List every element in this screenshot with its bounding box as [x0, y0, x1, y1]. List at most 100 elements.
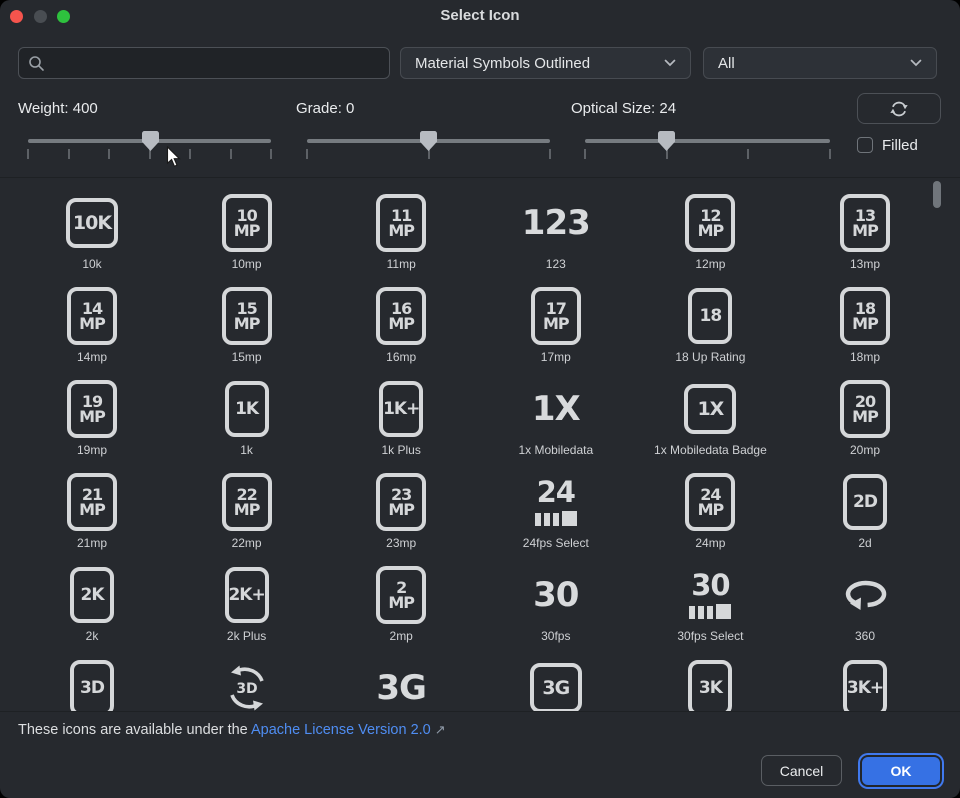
icon-glyph: 16MP [376, 286, 426, 346]
icon-label: 2d [858, 536, 871, 550]
icon-label: 17mp [541, 350, 571, 364]
icon-glyph: 3K+ [843, 658, 887, 712]
icon-cell[interactable]: 1818 Up Rating [633, 286, 787, 379]
icon-glyph: 15MP [222, 286, 272, 346]
icon-cell[interactable]: 16MP 16mp [324, 286, 478, 379]
icon-label: 1x Mobiledata [518, 443, 593, 457]
icon-glyph [839, 565, 891, 625]
icon-cell[interactable]: 3K [633, 658, 787, 712]
icon-cell[interactable]: 10K10k [15, 193, 169, 286]
icon-label: 12mp [695, 257, 725, 271]
icon-cell[interactable]: 2K+ 2k Plus [170, 565, 324, 658]
icon-glyph: 2MP [376, 565, 426, 625]
icon-label: 23mp [386, 536, 416, 550]
icon-cell[interactable]: 3K+ [788, 658, 942, 712]
zoom-button[interactable] [57, 10, 70, 23]
icon-label: 30fps [541, 629, 570, 643]
icon-cell[interactable]: 10MP10mp [170, 193, 324, 286]
reset-button[interactable] [857, 93, 941, 124]
icon-label: 2k Plus [227, 629, 266, 643]
icon-cell[interactable]: 12MP12mp [633, 193, 787, 286]
filled-checkbox[interactable] [857, 137, 873, 153]
icon-label: 1k [240, 443, 253, 457]
category-filter-select[interactable]: All [703, 47, 937, 79]
slider-tick [68, 149, 70, 159]
icon-label: 1k Plus [382, 443, 421, 457]
icon-glyph: 3D [223, 658, 271, 712]
ok-button[interactable]: OK [862, 757, 940, 785]
icon-cell[interactable]: 18MP18mp [788, 286, 942, 379]
sync-icon [889, 99, 909, 119]
search-icon [28, 55, 45, 72]
icon-cell[interactable]: 21MP21mp [15, 472, 169, 565]
icon-cell[interactable]: 3G [324, 658, 478, 712]
license-note: These icons are available under the Apac… [18, 722, 446, 738]
grade-slider-thumb[interactable] [419, 130, 438, 152]
license-link[interactable]: Apache License Version 2.0 [251, 722, 431, 738]
icon-glyph: 30 [533, 565, 578, 625]
icon-label: 20mp [850, 443, 880, 457]
icon-glyph: 11MP [376, 193, 426, 253]
optical-size-slider-thumb[interactable] [657, 130, 676, 152]
icon-cell[interactable]: 3D [15, 658, 169, 712]
icon-glyph: 3D [70, 658, 114, 712]
search-input[interactable] [53, 54, 380, 73]
icon-cell[interactable]: 3030fps Select [633, 565, 787, 658]
icon-cell[interactable]: 123123 [479, 193, 633, 286]
icon-cell[interactable]: 19MP19mp [15, 379, 169, 472]
icon-cell[interactable]: 17MP17mp [479, 286, 633, 379]
minimize-button[interactable] [34, 10, 47, 23]
icon-cell[interactable]: 2K2k [15, 565, 169, 658]
weight-label: Weight: 400 [18, 100, 98, 117]
optical-size-slider-track[interactable] [585, 139, 830, 143]
icon-cell[interactable]: 11MP 11mp [324, 193, 478, 286]
font-family-select[interactable]: Material Symbols Outlined [400, 47, 691, 79]
slider-tick [306, 149, 308, 159]
icon-cell[interactable]: 2D2d [788, 472, 942, 565]
icon-label: 2mp [390, 629, 413, 643]
icon-label: 16mp [386, 350, 416, 364]
icon-cell[interactable]: 3D [170, 658, 324, 712]
icon-cell[interactable]: 2424fps Select [479, 472, 633, 565]
icon-glyph: 123 [522, 193, 590, 253]
icon-label: 14mp [77, 350, 107, 364]
weight-slider-thumb[interactable] [141, 130, 160, 152]
icon-cell[interactable]: 3G [479, 658, 633, 712]
icon-glyph: 2K+ [225, 565, 269, 625]
icon-cell[interactable]: 15MP 15mp [170, 286, 324, 379]
icon-cell[interactable]: 14MP14mp [15, 286, 169, 379]
icon-cell[interactable]: 1X1x Mobiledata [479, 379, 633, 472]
icon-cell[interactable]: 360 [788, 565, 942, 658]
icon-label: 15mp [232, 350, 262, 364]
icon-cell[interactable]: 30 30fps [479, 565, 633, 658]
icon-cell[interactable]: 22MP22mp [170, 472, 324, 565]
icon-glyph: 2D [843, 472, 887, 532]
icon-cell[interactable]: 13MP13mp [788, 193, 942, 286]
icon-label: 10mp [232, 257, 262, 271]
icon-label: 21mp [77, 536, 107, 550]
icon-cell[interactable]: 1X1x Mobiledata Badge [633, 379, 787, 472]
icon-cell[interactable]: 24MP24mp [633, 472, 787, 565]
search-field[interactable] [18, 47, 390, 79]
title-bar: Select Icon [0, 0, 960, 32]
icon-cell[interactable]: 20MP20mp [788, 379, 942, 472]
icon-glyph: 1K+ [379, 379, 423, 439]
icon-cell[interactable]: 1K+ 1k Plus [324, 379, 478, 472]
icon-glyph: 24 [535, 472, 577, 532]
icon-glyph: 3G [376, 658, 426, 712]
icon-glyph: 1X [684, 379, 736, 439]
close-button[interactable] [10, 10, 23, 23]
cancel-button[interactable]: Cancel [761, 755, 842, 786]
icon-glyph: 13MP [840, 193, 890, 253]
icon-label: 10k [82, 257, 101, 271]
icon-cell[interactable]: 2MP2mp [324, 565, 478, 658]
icon-glyph: 23MP [376, 472, 426, 532]
icon-label: 11mp [387, 257, 416, 271]
filled-checkbox-label: Filled [882, 137, 918, 154]
icon-cell[interactable]: 23MP 23mp [324, 472, 478, 565]
icon-label: 24mp [695, 536, 725, 550]
icon-label: 30fps Select [677, 629, 743, 643]
icon-cell[interactable]: 1K1k [170, 379, 324, 472]
svg-text:3D: 3D [236, 681, 257, 697]
icon-glyph: 18MP [840, 286, 890, 346]
